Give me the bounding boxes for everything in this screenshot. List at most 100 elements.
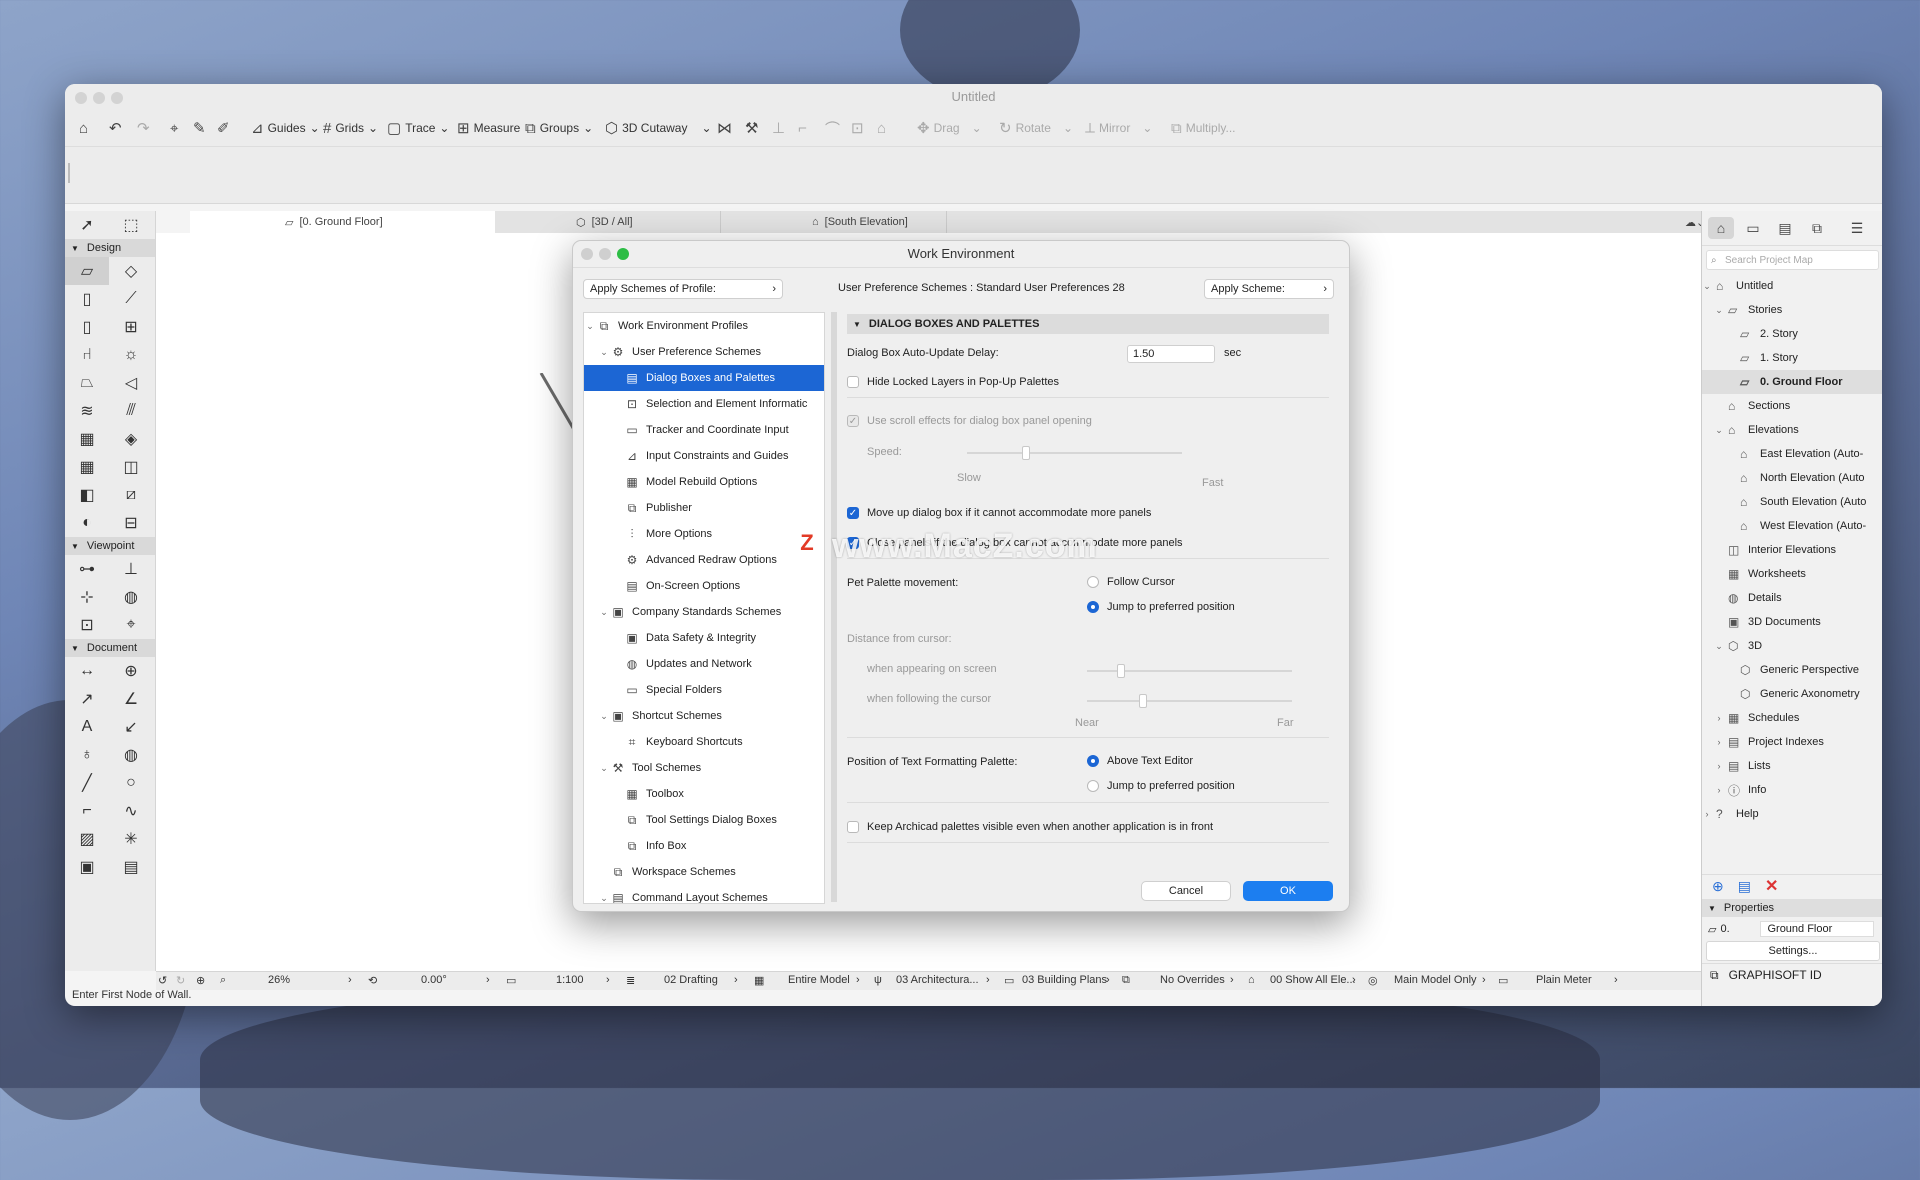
redo-view-icon[interactable]: ↻ [176,974,185,987]
resize-button[interactable]: ⊡ [851,118,864,138]
slab-tool-icon[interactable]: ◇ [109,257,153,285]
cancel-button[interactable]: Cancel [1141,881,1231,901]
window-tool-icon[interactable]: ⊞ [109,313,153,341]
dimension-standard[interactable]: Plain Meter [1536,974,1592,986]
polyline-tool-icon[interactable]: ⌐ [65,797,109,825]
panel-tool-icon[interactable]: ▦ [65,453,109,481]
elevation-tool-icon[interactable]: ⊥ [109,555,153,583]
speed-slider[interactable] [967,446,1182,460]
tree-item-info[interactable]: › ⓘ Info [1702,778,1882,802]
pick-up-button[interactable]: ✎ [193,118,206,138]
apply-profile-popup[interactable]: Apply Schemes of Profile: › [583,279,783,299]
tree-item-ground-floor[interactable]: ▱ 0. Ground Floor [1702,370,1882,394]
stair-tool-icon[interactable]: ≋ [65,397,109,425]
view-map-icon[interactable]: ▭ [1740,217,1766,239]
tree-item-project-indexes[interactable]: › ▤ Project Indexes [1702,730,1882,754]
toolbox-document-header[interactable]: ▼ Document [65,639,155,657]
camera-tool-icon[interactable]: ⌖ [109,611,153,639]
model-filter[interactable]: Main Model Only [1394,974,1477,986]
pet-follow-radio[interactable] [1087,576,1099,588]
tree-model-rebuild[interactable]: ▦ Model Rebuild Options [584,469,824,495]
opening-tool-icon[interactable]: ◐ [65,509,109,537]
project-map-icon[interactable]: ⌂ [1708,217,1734,239]
model-view-option[interactable]: Entire Model [788,974,850,986]
graphic-overrides[interactable]: No Overrides [1160,974,1225,986]
railing-tool-icon[interactable]: ⫻ [109,397,153,425]
tree-tracker-coordinate[interactable]: ▭ Tracker and Coordinate Input [584,417,824,443]
tree-input-constraints[interactable]: ⊿ Input Constraints and Guides [584,443,824,469]
apply-scheme-popup[interactable]: Apply Scheme: › [1204,279,1334,299]
zoom-in-icon[interactable]: ⊕ [196,974,205,987]
mesh-tool-icon[interactable]: ◧ [65,481,109,509]
undo-view-icon[interactable]: ↺ [158,974,167,987]
door-tool-icon[interactable]: ▯ [65,313,109,341]
tree-item-east-elevation[interactable]: ⌂ East Elevation (Auto- [1702,442,1882,466]
home-button[interactable]: ⌂ [79,118,88,138]
arrow-tool-icon[interactable]: ➚ [65,211,109,239]
pen-set[interactable]: 03 Architectura... [896,974,979,986]
shell-tool-icon[interactable]: ◁ [109,369,153,397]
undo-button[interactable]: ↶ [109,118,122,138]
add-view-icon[interactable]: ⊕ [1712,878,1724,895]
tab-ground-floor[interactable]: ▱ [0. Ground Floor] [190,211,495,233]
move-up-checkbox[interactable]: ✓ [847,507,859,519]
hide-locked-checkbox[interactable] [847,376,859,388]
tree-workspace-schemes[interactable]: ⧉ Workspace Schemes [584,859,824,885]
tree-selection-element-info[interactable]: ⊡ Selection and Element Informatic [584,391,824,417]
tree-tool-schemes[interactable]: ⌄ ⚒ Tool Schemes [584,755,824,781]
grids-button[interactable]: # Grids ⌄ [323,118,378,138]
rotate-button[interactable]: ↻ Rotate ⌄ [999,118,1073,138]
roof-button[interactable]: ⌂ [877,118,886,138]
beam-tool-icon[interactable]: ⟋ [109,285,153,313]
elevate-button[interactable]: ⊥ [772,118,785,138]
tree-item-elevations[interactable]: ⌄ ⌂ Elevations [1702,418,1882,442]
marquee-tool-icon[interactable]: ⬚ [109,211,153,239]
level-dimension-tool-icon[interactable]: ↗ [65,685,109,713]
tab-3d-all[interactable]: ⬡ [3D / All] [496,211,721,233]
marker-tool-icon[interactable]: ♁ [65,741,109,769]
delete-icon[interactable]: ✕ [1765,876,1778,896]
inject-button[interactable]: ✐ [217,118,230,138]
hide-locked-row[interactable]: Hide Locked Layers in Pop-Up Palettes [847,376,1059,388]
following-distance-slider[interactable] [1087,694,1292,708]
tree-item-3d[interactable]: ⌄ ⬡ 3D [1702,634,1882,658]
info-box-handle[interactable] [68,163,70,183]
groups-button[interactable]: ⧉ Groups ⌄ [525,118,593,138]
tree-updates-network[interactable]: ◍ Updates and Network [584,651,824,677]
text-tool-icon[interactable]: A [65,713,109,741]
label-tool-icon[interactable]: ↙ [109,713,153,741]
tree-user-preference-schemes[interactable]: ⌄ ⚙ User Preference Schemes [584,339,824,365]
drawing-tool-icon[interactable]: ▤ [109,853,153,881]
view-settings-icon[interactable]: ▤ [1738,878,1751,895]
text-jump-radio[interactable] [1087,780,1099,792]
tree-more-options[interactable]: ⫶ More Options [584,521,824,547]
scale-value[interactable]: 1:100 [556,974,584,986]
find-select-button[interactable]: ⌖ [170,118,178,138]
tree-item-help[interactable]: ›? Help [1702,802,1882,826]
object-tool-icon[interactable]: ⑁ [65,341,109,369]
tree-item-story-1[interactable]: ▱ 1. Story [1702,346,1882,370]
ok-button[interactable]: OK [1243,881,1333,901]
dialog-close-button[interactable] [581,248,593,260]
properties-header[interactable]: ▼ Properties [1702,899,1882,917]
panel-splitter[interactable] [831,312,837,902]
tree-item-west-elevation[interactable]: ⌂ West Elevation (Auto- [1702,514,1882,538]
mirror-button[interactable]: ⟂ Mirror ⌄ [1085,118,1152,138]
toolbox-design-header[interactable]: ▼ Design [65,239,155,257]
tree-special-folders[interactable]: ▭ Special Folders [584,677,824,703]
morph-tool-icon[interactable]: ◈ [109,425,153,453]
section-header[interactable]: ▼ DIALOG BOXES AND PALETTES [847,314,1329,334]
rotate-view-icon[interactable]: ⟲ [368,974,377,987]
tree-data-safety[interactable]: ▣ Data Safety & Integrity [584,625,824,651]
angle-dimension-tool-icon[interactable]: ∠ [109,685,153,713]
offset-button[interactable]: ⌐ [798,118,807,138]
graphisoft-id-button[interactable]: GRAPHISOFT ID [1729,968,1822,982]
keep-visible-row[interactable]: Keep Archicad palettes visible even when… [847,821,1213,833]
corner-window-tool-icon[interactable]: ⊟ [109,509,153,537]
pet-jump-radio[interactable] [1087,601,1099,613]
tree-toolbox[interactable]: ▦ Toolbox [584,781,824,807]
circle-tool-icon[interactable]: ○ [109,769,153,797]
tree-item-south-elevation[interactable]: ⌂ South Elevation (Auto [1702,490,1882,514]
tree-work-environment-profiles[interactable]: ⌄ ⧉ Work Environment Profiles [584,313,824,339]
hatch-tool-icon[interactable]: ▨ [65,825,109,853]
